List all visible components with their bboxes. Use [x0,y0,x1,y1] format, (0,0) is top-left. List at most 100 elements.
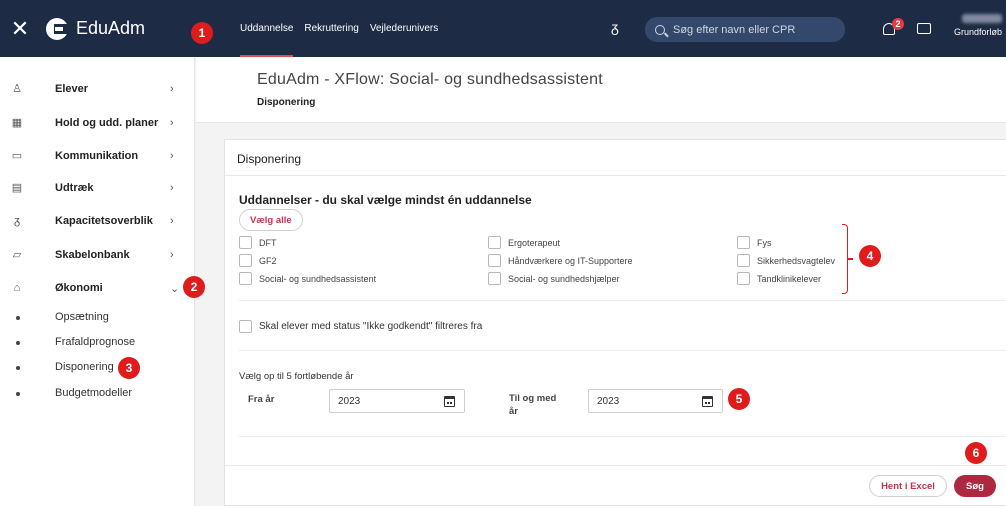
checkbox-tandklinikelever[interactable]: Tandklinikelever [737,272,821,285]
checkbox-dft[interactable]: DFT [239,236,277,249]
sidebar-subitem-opsaetning[interactable]: Opsætning [0,306,195,330]
checkbox-box[interactable] [488,236,501,249]
page-subtitle: Disponering [257,97,316,108]
chevron-right-icon: › [170,249,174,261]
checkbox-box[interactable] [737,272,750,285]
calendar-icon[interactable] [444,395,455,407]
chevron-right-icon: › [170,117,174,129]
sidebar-item-elever[interactable]: ♙ Elever › [0,73,195,105]
checkbox-label: Ergoterapeut [508,237,561,248]
checkbox-sikkerhedsvagtelev[interactable]: Sikkerhedsvagtelev [737,254,835,267]
logo[interactable]: EduAdm [46,17,186,40]
search-input[interactable] [673,23,833,36]
sidebar-subitem-budgetmodeller[interactable]: Budgetmodeller [0,382,195,406]
footer-divider [225,465,1006,466]
divider [239,300,1006,301]
select-all-button[interactable]: Vælg alle [239,209,303,231]
page-header: EduAdm - XFlow: Social- og sundhedsassis… [196,57,1006,123]
capacity-icon[interactable]: ᵹ [611,19,619,35]
year-range-title: Vælg op til 5 fortløbende år [239,371,354,382]
to-year-label-line2: år [509,406,518,417]
annotation-marker-2: 2 [183,276,205,298]
from-year-field[interactable]: 2023 [329,389,465,413]
checkbox-gf2[interactable]: GF2 [239,254,277,267]
chevron-right-icon: › [170,215,174,227]
sidebar-item-label: Skabelonbank [55,249,130,261]
checkbox-box[interactable] [488,254,501,267]
annotation-brace [842,224,853,294]
checkbox-label: Social- og sundhedshjælper [508,273,620,284]
checkbox-sosu-assistent[interactable]: Social- og sundhedsassistent [239,272,376,285]
bag-icon: ⌂ [13,282,21,294]
nav-rekruttering[interactable]: Rekruttering [304,0,358,57]
top-navigation: Uddannelse Rekruttering Vejlederunivers [240,0,449,57]
checkbox-sosu-hjaelper[interactable]: Social- og sundhedshjælper [488,272,620,285]
disponering-card: Disponering Uddannelser - du skal vælge … [224,139,1006,506]
chat-icon[interactable] [917,23,931,34]
sidebar-item-hold[interactable]: ▦ Hold og udd. planer › [0,107,195,139]
bullet [16,366,20,370]
close-icon[interactable]: ✕ [0,16,40,42]
capacity-icon: ᵹ [13,215,21,227]
checkbox-box[interactable] [239,320,252,333]
checkbox-ergoterapeut[interactable]: Ergoterapeut [488,236,560,249]
sidebar-item-kommunikation[interactable]: ▭ Kommunikation › [0,140,195,172]
sidebar-subitem-frafaldprognose[interactable]: Frafaldprognose [0,331,195,355]
checkbox-box[interactable] [737,254,750,267]
checkbox-label: Social- og sundhedsassistent [259,273,377,284]
calendar-icon[interactable] [702,395,713,407]
checkbox-box[interactable] [239,236,252,249]
subitem-label: Budgetmodeller [55,387,133,399]
notification-badge: 2 [892,18,904,30]
sidebar-item-okonomi[interactable]: ⌂ Økonomi ⌄ [0,272,195,304]
bullet [16,392,20,396]
checkbox-label: Tandklinikelever [757,273,822,284]
card-title: Disponering [237,152,302,166]
sidebar-item-label: Elever [55,83,89,95]
export-excel-button[interactable]: Hent i Excel [869,475,947,497]
chevron-down-icon: ⌄ [170,282,180,295]
checkbox-label: Fys [757,237,772,248]
top-bar: ✕ EduAdm Uddannelse Rekruttering Vejlede… [0,0,1006,57]
search-icon [655,24,665,35]
sidebar-subitem-disponering[interactable]: Disponering [0,356,195,380]
to-year-label-line1: Til og med [509,393,557,404]
eduadm-logo-icon [46,17,68,40]
search-button[interactable]: Søg [954,475,996,497]
subitem-label: Disponering [55,361,114,373]
nav-vejlederunivers[interactable]: Vejlederunivers [370,0,438,57]
nav-uddannelse[interactable]: Uddannelse [240,0,294,57]
app-name: EduAdm [76,18,146,38]
from-year-label: Fra år [248,394,275,405]
subitem-label: Opsætning [55,311,109,323]
checkbox-box[interactable] [488,272,501,285]
annotation-marker-3: 3 [118,357,140,379]
sidebar-item-skabelonbank[interactable]: ▱ Skabelonbank › [0,239,195,271]
to-year-value: 2023 [597,395,620,407]
checkbox-box[interactable] [239,254,252,267]
template-icon: ▱ [12,249,22,261]
checkbox-label: Skal elever med status "Ikke godkendt" f… [259,321,483,332]
search-box[interactable] [645,17,845,42]
checkbox-box[interactable] [737,236,750,249]
checkbox-box[interactable] [239,272,252,285]
chevron-right-icon: › [170,182,174,194]
checkbox-fys[interactable]: Fys [737,236,772,249]
checkbox-haandvaerkere[interactable]: Håndværkere og IT-Supportere [488,254,633,267]
sidebar-item-label: Økonomi [55,282,103,294]
checkbox-filter-ikke-godkendt[interactable]: Skal elever med status "Ikke godkendt" f… [239,320,482,333]
person-icon: ♙ [12,83,22,95]
sidebar-item-udtraek[interactable]: ▤ Udtræk › [0,172,195,204]
page-title: EduAdm - XFlow: Social- og sundhedsassis… [257,71,603,88]
sidebar-item-kapacitetsoverblik[interactable]: ᵹ Kapacitetsoverblik › [0,205,195,237]
card-header: Disponering [225,140,1006,176]
calendar-icon: ▦ [11,117,23,129]
checkbox-label: Håndværkere og IT-Supportere [508,255,633,266]
user-menu[interactable]: Grundforløb [954,14,1006,37]
to-year-field[interactable]: 2023 [588,389,723,413]
checkbox-label: Sikkerhedsvagtelev [757,255,836,266]
subitem-label: Frafaldprognose [55,336,136,348]
bullet [16,316,20,320]
user-name-redacted [962,14,1002,23]
annotation-marker-4: 4 [859,245,881,267]
